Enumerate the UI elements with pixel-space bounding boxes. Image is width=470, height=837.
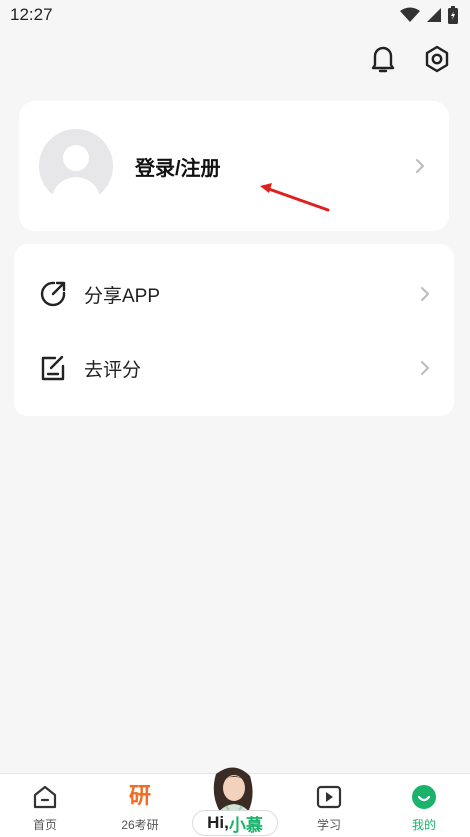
play-icon: [316, 785, 342, 809]
settings-button[interactable]: [422, 42, 452, 76]
menu-item-label: 分享APP: [84, 285, 161, 307]
tab-label: 首页: [32, 818, 57, 832]
wifi-icon: [400, 7, 420, 22]
assistant-pill: Hi, 小慕: [192, 810, 278, 836]
tab-study[interactable]: 学习: [289, 774, 369, 837]
bell-icon: [371, 46, 395, 73]
status-time: 12:27: [10, 5, 53, 24]
battery-icon: [448, 6, 458, 24]
avatar: [39, 129, 113, 203]
status-bar: 12:27: [0, 0, 470, 30]
share-icon: [38, 279, 68, 309]
tab-mine[interactable]: 我的: [384, 774, 464, 837]
home-icon: [33, 785, 57, 809]
default-avatar-icon: [51, 145, 101, 203]
login-register-label: 登录/注册: [135, 157, 221, 180]
annotation-arrow-icon: [260, 183, 330, 212]
chevron-right-icon: [421, 361, 429, 375]
profile-icon: [412, 785, 436, 809]
chevron-right-icon: [421, 287, 429, 301]
menu-item-rate[interactable]: 去评分: [14, 338, 454, 398]
assistant-tab[interactable]: Hi, 小慕: [186, 764, 282, 837]
assistant-hi: Hi,: [207, 813, 229, 832]
rate-icon: [38, 353, 68, 383]
login-card[interactable]: 登录/注册: [19, 101, 449, 231]
menu-item-share[interactable]: 分享APP: [14, 264, 454, 324]
chevron-right-icon: [416, 159, 424, 173]
signal-icon: [427, 8, 441, 22]
top-actions: [368, 42, 452, 76]
settings-icon: [425, 45, 449, 73]
yan-icon: 研: [128, 784, 151, 809]
menu-card: 分享APP 去评分: [14, 244, 454, 416]
tab-label: 学习: [316, 818, 341, 832]
notification-button[interactable]: [368, 42, 398, 76]
tab-home[interactable]: 首页: [5, 774, 85, 837]
menu-item-label: 去评分: [84, 359, 142, 381]
status-icons: [400, 6, 458, 24]
tab-label: 26考研: [121, 818, 159, 832]
assistant-name: 小慕: [228, 815, 263, 835]
tab-kaoyan[interactable]: 研 26考研: [100, 774, 180, 837]
tab-label: 我的: [411, 818, 436, 832]
